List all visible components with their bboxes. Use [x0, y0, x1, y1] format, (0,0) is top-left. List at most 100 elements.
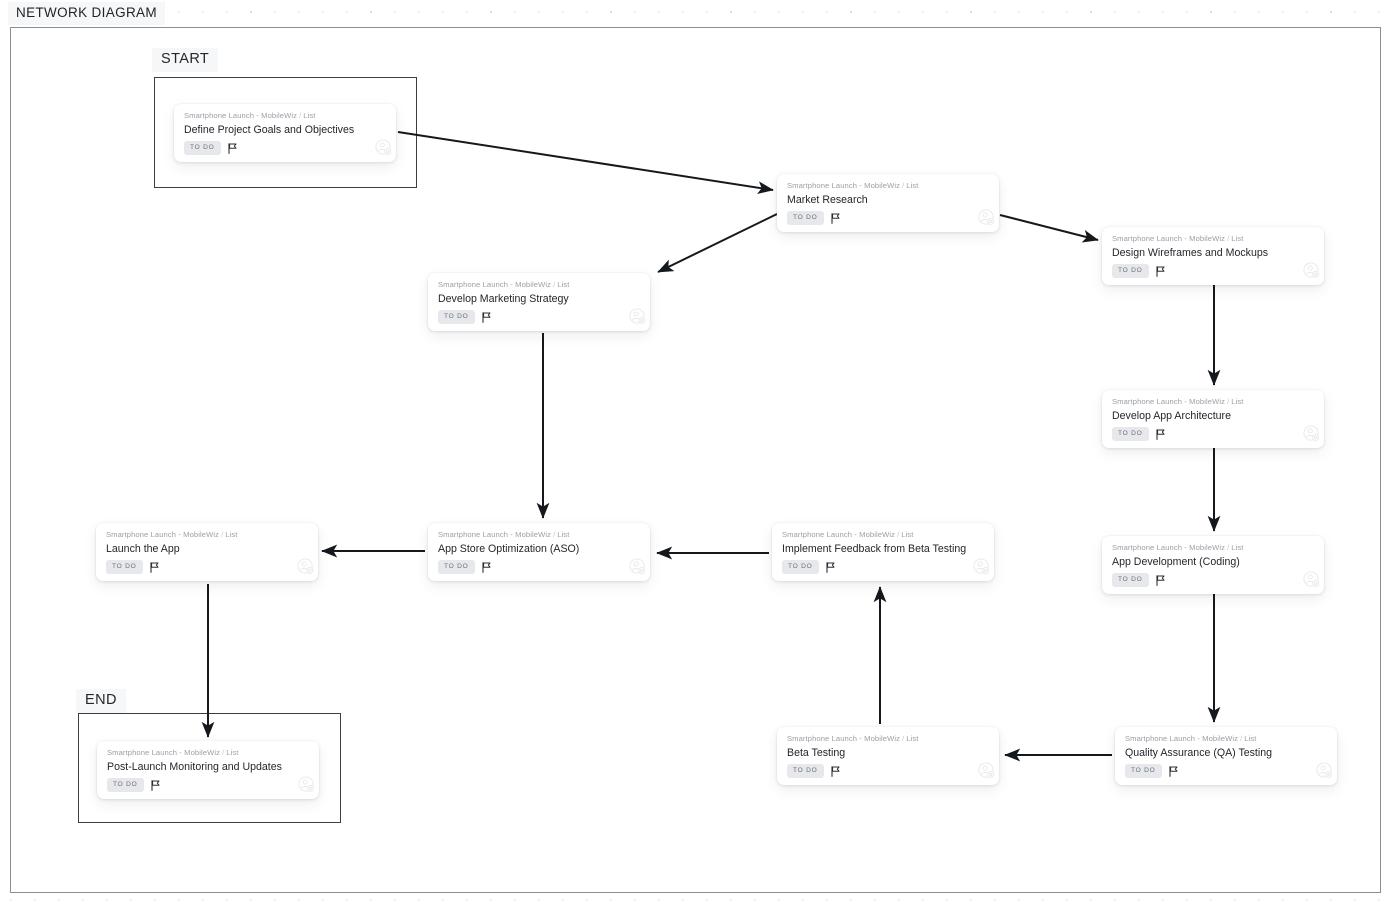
breadcrumb-project: Smartphone Launch - MobileWiz	[1112, 234, 1226, 243]
breadcrumb-project: Smartphone Launch - MobileWiz	[787, 734, 901, 743]
breadcrumb-project: Smartphone Launch - MobileWiz	[782, 530, 896, 539]
task-card-design-wireframes[interactable]: Smartphone Launch - MobileWiz / List Design…	[1102, 227, 1324, 285]
flag-icon[interactable]	[1155, 265, 1165, 277]
user-settings-icon[interactable]	[1303, 425, 1320, 447]
task-card-beta-testing[interactable]: Smartphone Launch - MobileWiz / List Beta T…	[777, 727, 999, 785]
card-title: Define Project Goals and Objectives	[184, 124, 355, 136]
user-settings-icon[interactable]	[297, 558, 314, 580]
card-footer: TO DO	[1125, 764, 1329, 778]
status-badge[interactable]: TO DO	[787, 211, 824, 225]
breadcrumb-project: Smartphone Launch - MobileWiz	[787, 181, 901, 190]
user-settings-icon[interactable]	[629, 308, 646, 330]
user-settings-icon[interactable]	[973, 558, 990, 580]
card-footer: TO DO	[782, 560, 986, 574]
task-card-develop-app-architecture[interactable]: Smartphone Launch - MobileWiz / List Develo…	[1102, 390, 1324, 448]
user-settings-icon[interactable]	[1303, 262, 1320, 284]
card-footer: TO DO	[787, 211, 991, 225]
card-breadcrumb: Smartphone Launch - MobileWiz / List	[782, 530, 984, 540]
card-footer: TO DO	[107, 778, 311, 792]
flag-icon[interactable]	[1168, 765, 1178, 777]
task-card-launch-the-app[interactable]: Smartphone Launch - MobileWiz / List Launch…	[96, 523, 318, 581]
task-card-app-development-coding[interactable]: Smartphone Launch - MobileWiz / List App De…	[1102, 536, 1324, 594]
flag-icon[interactable]	[149, 561, 159, 573]
card-footer: TO DO	[1112, 264, 1316, 278]
status-badge[interactable]: TO DO	[1112, 264, 1149, 278]
flag-icon[interactable]	[1155, 428, 1165, 440]
task-card-post-launch-monitoring[interactable]: Smartphone Launch - MobileWiz / List Post-L…	[97, 741, 319, 799]
breadcrumb-view: List	[303, 111, 316, 120]
card-footer: TO DO	[787, 764, 991, 778]
status-badge[interactable]: TO DO	[438, 310, 475, 324]
diagram-canvas[interactable]: NETWORK DIAGRAM START END Smartphone Laun…	[0, 0, 1400, 911]
breadcrumb-view: List	[1244, 734, 1257, 743]
task-card-define-project-goals[interactable]: Smartphone Launch - MobileWiz / List Define…	[174, 104, 396, 162]
card-breadcrumb: Smartphone Launch - MobileWiz / List	[1112, 397, 1314, 407]
task-card-market-research[interactable]: Smartphone Launch - MobileWiz / List Market…	[777, 174, 999, 232]
flag-icon[interactable]	[481, 561, 491, 573]
breadcrumb-view: List	[1231, 397, 1244, 406]
breadcrumb-view: List	[906, 734, 919, 743]
card-title: Launch the App	[106, 543, 180, 555]
status-badge[interactable]: TO DO	[782, 560, 819, 574]
card-title: Post-Launch Monitoring and Updates	[107, 761, 282, 773]
breadcrumb-project: Smartphone Launch - MobileWiz	[184, 111, 298, 120]
status-badge[interactable]: TO DO	[1112, 427, 1149, 441]
card-breadcrumb: Smartphone Launch - MobileWiz / List	[787, 734, 989, 744]
flag-icon[interactable]	[481, 311, 491, 323]
flag-icon[interactable]	[150, 779, 160, 791]
group-label-end: END	[76, 689, 126, 713]
breadcrumb-view: List	[901, 530, 914, 539]
status-badge[interactable]: TO DO	[184, 141, 221, 155]
card-breadcrumb: Smartphone Launch - MobileWiz / List	[438, 280, 640, 290]
page-title: NETWORK DIAGRAM	[8, 2, 166, 25]
card-title: Market Research	[787, 194, 868, 206]
user-settings-icon[interactable]	[978, 762, 995, 784]
card-breadcrumb: Smartphone Launch - MobileWiz / List	[184, 111, 386, 121]
status-badge[interactable]: TO DO	[107, 778, 144, 792]
group-label-start: START	[152, 48, 219, 72]
card-title: App Store Optimization (ASO)	[438, 543, 580, 555]
status-badge[interactable]: TO DO	[1112, 573, 1149, 587]
task-card-develop-marketing-strategy[interactable]: Smartphone Launch - MobileWiz / List Develo…	[428, 273, 650, 331]
breadcrumb-project: Smartphone Launch - MobileWiz	[1112, 397, 1226, 406]
card-breadcrumb: Smartphone Launch - MobileWiz / List	[1125, 734, 1327, 744]
status-badge[interactable]: TO DO	[106, 560, 143, 574]
breadcrumb-project: Smartphone Launch - MobileWiz	[1125, 734, 1239, 743]
breadcrumb-view: List	[906, 181, 919, 190]
user-settings-icon[interactable]	[629, 558, 646, 580]
status-badge[interactable]: TO DO	[438, 560, 475, 574]
card-breadcrumb: Smartphone Launch - MobileWiz / List	[787, 181, 989, 191]
flag-icon[interactable]	[830, 765, 840, 777]
card-title: Implement Feedback from Beta Testing	[782, 543, 967, 555]
task-card-implement-feedback[interactable]: Smartphone Launch - MobileWiz / List Implem…	[772, 523, 994, 581]
status-badge[interactable]: TO DO	[1125, 764, 1162, 778]
flag-icon[interactable]	[825, 561, 835, 573]
task-card-qa-testing[interactable]: Smartphone Launch - MobileWiz / List Qualit…	[1115, 727, 1337, 785]
user-settings-icon[interactable]	[375, 139, 392, 161]
user-settings-icon[interactable]	[1316, 762, 1333, 784]
breadcrumb-view: List	[1231, 543, 1244, 552]
card-breadcrumb: Smartphone Launch - MobileWiz / List	[107, 748, 309, 758]
breadcrumb-view: List	[225, 530, 238, 539]
card-breadcrumb: Smartphone Launch - MobileWiz / List	[1112, 543, 1314, 553]
card-footer: TO DO	[438, 560, 642, 574]
user-settings-icon[interactable]	[978, 209, 995, 231]
breadcrumb-view: List	[557, 530, 570, 539]
breadcrumb-project: Smartphone Launch - MobileWiz	[1112, 543, 1226, 552]
status-badge[interactable]: TO DO	[787, 764, 824, 778]
breadcrumb-view: List	[1231, 234, 1244, 243]
flag-icon[interactable]	[830, 212, 840, 224]
card-footer: TO DO	[438, 310, 642, 324]
task-card-app-store-optimization[interactable]: Smartphone Launch - MobileWiz / List App St…	[428, 523, 650, 581]
user-settings-icon[interactable]	[1303, 571, 1320, 593]
card-title: Quality Assurance (QA) Testing	[1125, 747, 1273, 759]
card-footer: TO DO	[106, 560, 310, 574]
user-settings-icon[interactable]	[298, 776, 315, 798]
breadcrumb-project: Smartphone Launch - MobileWiz	[438, 280, 552, 289]
card-title: Develop Marketing Strategy	[438, 293, 569, 305]
flag-icon[interactable]	[1155, 574, 1165, 586]
flag-icon[interactable]	[227, 142, 237, 154]
breadcrumb-view: List	[557, 280, 570, 289]
card-title: Design Wireframes and Mockups	[1112, 247, 1269, 259]
card-breadcrumb: Smartphone Launch - MobileWiz / List	[438, 530, 640, 540]
